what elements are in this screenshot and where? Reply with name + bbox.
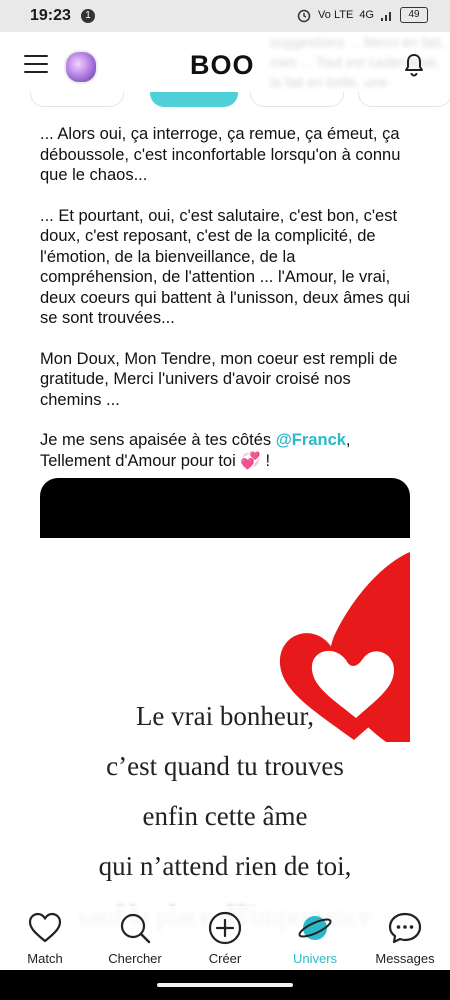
tab-creer[interactable]: Créer — [180, 910, 270, 966]
tab-label: Univers — [292, 951, 338, 966]
header-chips — [0, 92, 450, 108]
alarm-icon — [297, 9, 311, 23]
planet-icon — [298, 916, 332, 940]
tab-messages[interactable]: Messages — [360, 910, 450, 966]
tab-match[interactable]: Match — [0, 910, 90, 966]
profile-avatar[interactable] — [64, 50, 98, 84]
post-paragraph: Mon Doux, Mon Tendre, mon coeur est remp… — [40, 349, 398, 409]
tab-chercher[interactable]: Chercher — [90, 910, 180, 966]
system-nav-bar — [0, 970, 450, 1000]
post-paragraph: ... Et pourtant, oui, c'est salutaire, c… — [40, 206, 411, 328]
quote-line: Le vrai bonheur, — [135, 701, 315, 731]
quote-line: c’est quand tu trouves — [106, 751, 344, 781]
hamburger-menu-icon[interactable] — [24, 55, 48, 75]
quote-line: qui n’attend rien de toi, — [98, 851, 352, 881]
network-label: 4G — [359, 9, 374, 21]
app-logo: BOO — [190, 50, 255, 80]
heart-icon — [28, 912, 62, 943]
status-time: 19:23 — [30, 7, 71, 24]
image-quote: Le vrai bonheur, c’est quand tu trouves … — [40, 691, 410, 938]
status-bar: 19:23 1 Vo LTE 4G 49 — [0, 0, 450, 32]
chip[interactable] — [250, 92, 344, 107]
plus-circle-icon — [208, 911, 242, 945]
bottom-tab-bar: Match Chercher Créer Univers Messages — [0, 906, 450, 970]
battery-icon: 49 — [400, 7, 428, 23]
chip[interactable] — [358, 92, 450, 107]
user-mention-link[interactable]: @Franck — [276, 431, 346, 449]
post-image[interactable]: Le vrai bonheur, c’est quand tu trouves … — [40, 478, 410, 938]
chip[interactable] — [30, 92, 124, 107]
post-text: Je me sens apaisée à tes côtés — [40, 431, 276, 449]
quote-line: enfin cette âme — [142, 801, 308, 831]
tab-label: Chercher — [108, 951, 162, 966]
volte-icon: Vo LTE — [318, 9, 354, 21]
signal-icon — [381, 12, 391, 21]
post-text: , — [345, 431, 351, 449]
notification-badge: 1 — [81, 9, 95, 23]
post-body: ... Alors oui, ça interroge, ça remue, ç… — [40, 124, 412, 491]
tab-label: Créer — [208, 951, 242, 966]
tab-univers[interactable]: Univers — [270, 910, 360, 966]
bell-icon[interactable] — [402, 52, 426, 78]
search-icon — [120, 913, 151, 944]
status-right: Vo LTE 4G 49 — [296, 7, 428, 23]
home-gesture-pill[interactable] — [157, 983, 293, 987]
app-header: suggestions ... Merci en fait, mes ... T… — [0, 32, 450, 98]
chip-active[interactable] — [150, 92, 238, 107]
post-text: Tellement d'Amour pour toi 💞 ! — [40, 451, 271, 470]
tab-label: Match — [27, 951, 63, 966]
chat-bubble-icon — [388, 912, 422, 944]
post-paragraph-last: Je me sens apaisée à tes côtés @Franck, … — [40, 430, 412, 471]
tab-label: Messages — [375, 951, 435, 966]
post-paragraph: ... Alors oui, ça interroge, ça remue, ç… — [40, 125, 401, 184]
image-top-bar — [40, 478, 410, 538]
